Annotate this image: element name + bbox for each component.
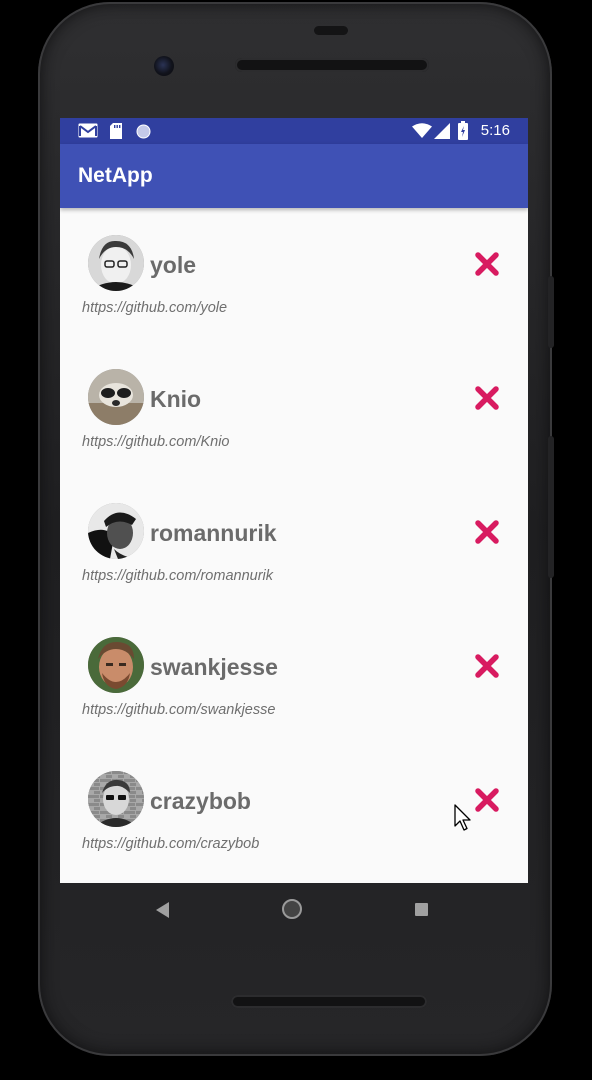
gmail-icon	[78, 123, 98, 138]
knio-avatar	[88, 369, 144, 425]
list-item[interactable]: swankjesse https://github.com/swankjesse	[60, 610, 528, 744]
circle-icon	[136, 124, 151, 139]
delete-icon[interactable]	[474, 251, 500, 277]
profile-url[interactable]: https://github.com/Knio	[82, 434, 230, 450]
earpiece	[314, 26, 348, 35]
profile-url[interactable]: https://github.com/yole	[82, 300, 227, 316]
recents-icon[interactable]	[415, 903, 428, 916]
app-screen: 5:16 NetApp yole https://github.com/yole	[60, 118, 528, 883]
battery-icon	[458, 121, 468, 140]
profile-url[interactable]: https://github.com/swankjesse	[82, 702, 275, 718]
bottom-speaker	[231, 995, 427, 1008]
navigation-bar	[60, 883, 528, 937]
yole-avatar	[88, 235, 144, 291]
front-camera	[154, 56, 174, 76]
list-item[interactable]: Knio https://github.com/Knio	[60, 342, 528, 476]
mouse-cursor-icon	[454, 804, 471, 831]
home-icon[interactable]	[282, 899, 302, 919]
avatar	[88, 369, 144, 425]
status-bar: 5:16	[60, 118, 528, 144]
username: crazybob	[150, 788, 251, 814]
romannurik-avatar	[88, 503, 144, 559]
power-button	[548, 276, 554, 348]
top-speaker	[235, 58, 429, 72]
crazybob-avatar	[88, 771, 144, 827]
back-icon[interactable]	[156, 902, 170, 918]
list-item[interactable]: yole https://github.com/yole	[60, 208, 528, 342]
username: romannurik	[150, 520, 277, 546]
avatar	[88, 771, 144, 827]
swankjesse-avatar	[88, 637, 144, 693]
signal-icon	[434, 123, 450, 139]
app-title: NetApp	[78, 164, 153, 187]
delete-icon[interactable]	[474, 385, 500, 411]
avatar	[88, 637, 144, 693]
delete-icon[interactable]	[474, 787, 500, 813]
username: swankjesse	[150, 654, 278, 680]
status-time: 5:16	[480, 122, 510, 139]
delete-icon[interactable]	[474, 519, 500, 545]
user-list[interactable]: yole https://github.com/yole Knio https:…	[60, 208, 528, 878]
profile-url[interactable]: https://github.com/romannurik	[82, 568, 273, 584]
delete-icon[interactable]	[474, 653, 500, 679]
list-item[interactable]: romannurik https://github.com/romannurik	[60, 476, 528, 610]
profile-url[interactable]: https://github.com/crazybob	[82, 836, 259, 852]
avatar	[88, 503, 144, 559]
app-bar: NetApp	[60, 144, 528, 208]
username: Knio	[150, 386, 202, 412]
volume-button	[548, 436, 554, 578]
sd-card-icon	[110, 123, 122, 139]
avatar	[88, 235, 144, 291]
username: yole	[150, 252, 197, 278]
wifi-icon	[412, 123, 432, 138]
